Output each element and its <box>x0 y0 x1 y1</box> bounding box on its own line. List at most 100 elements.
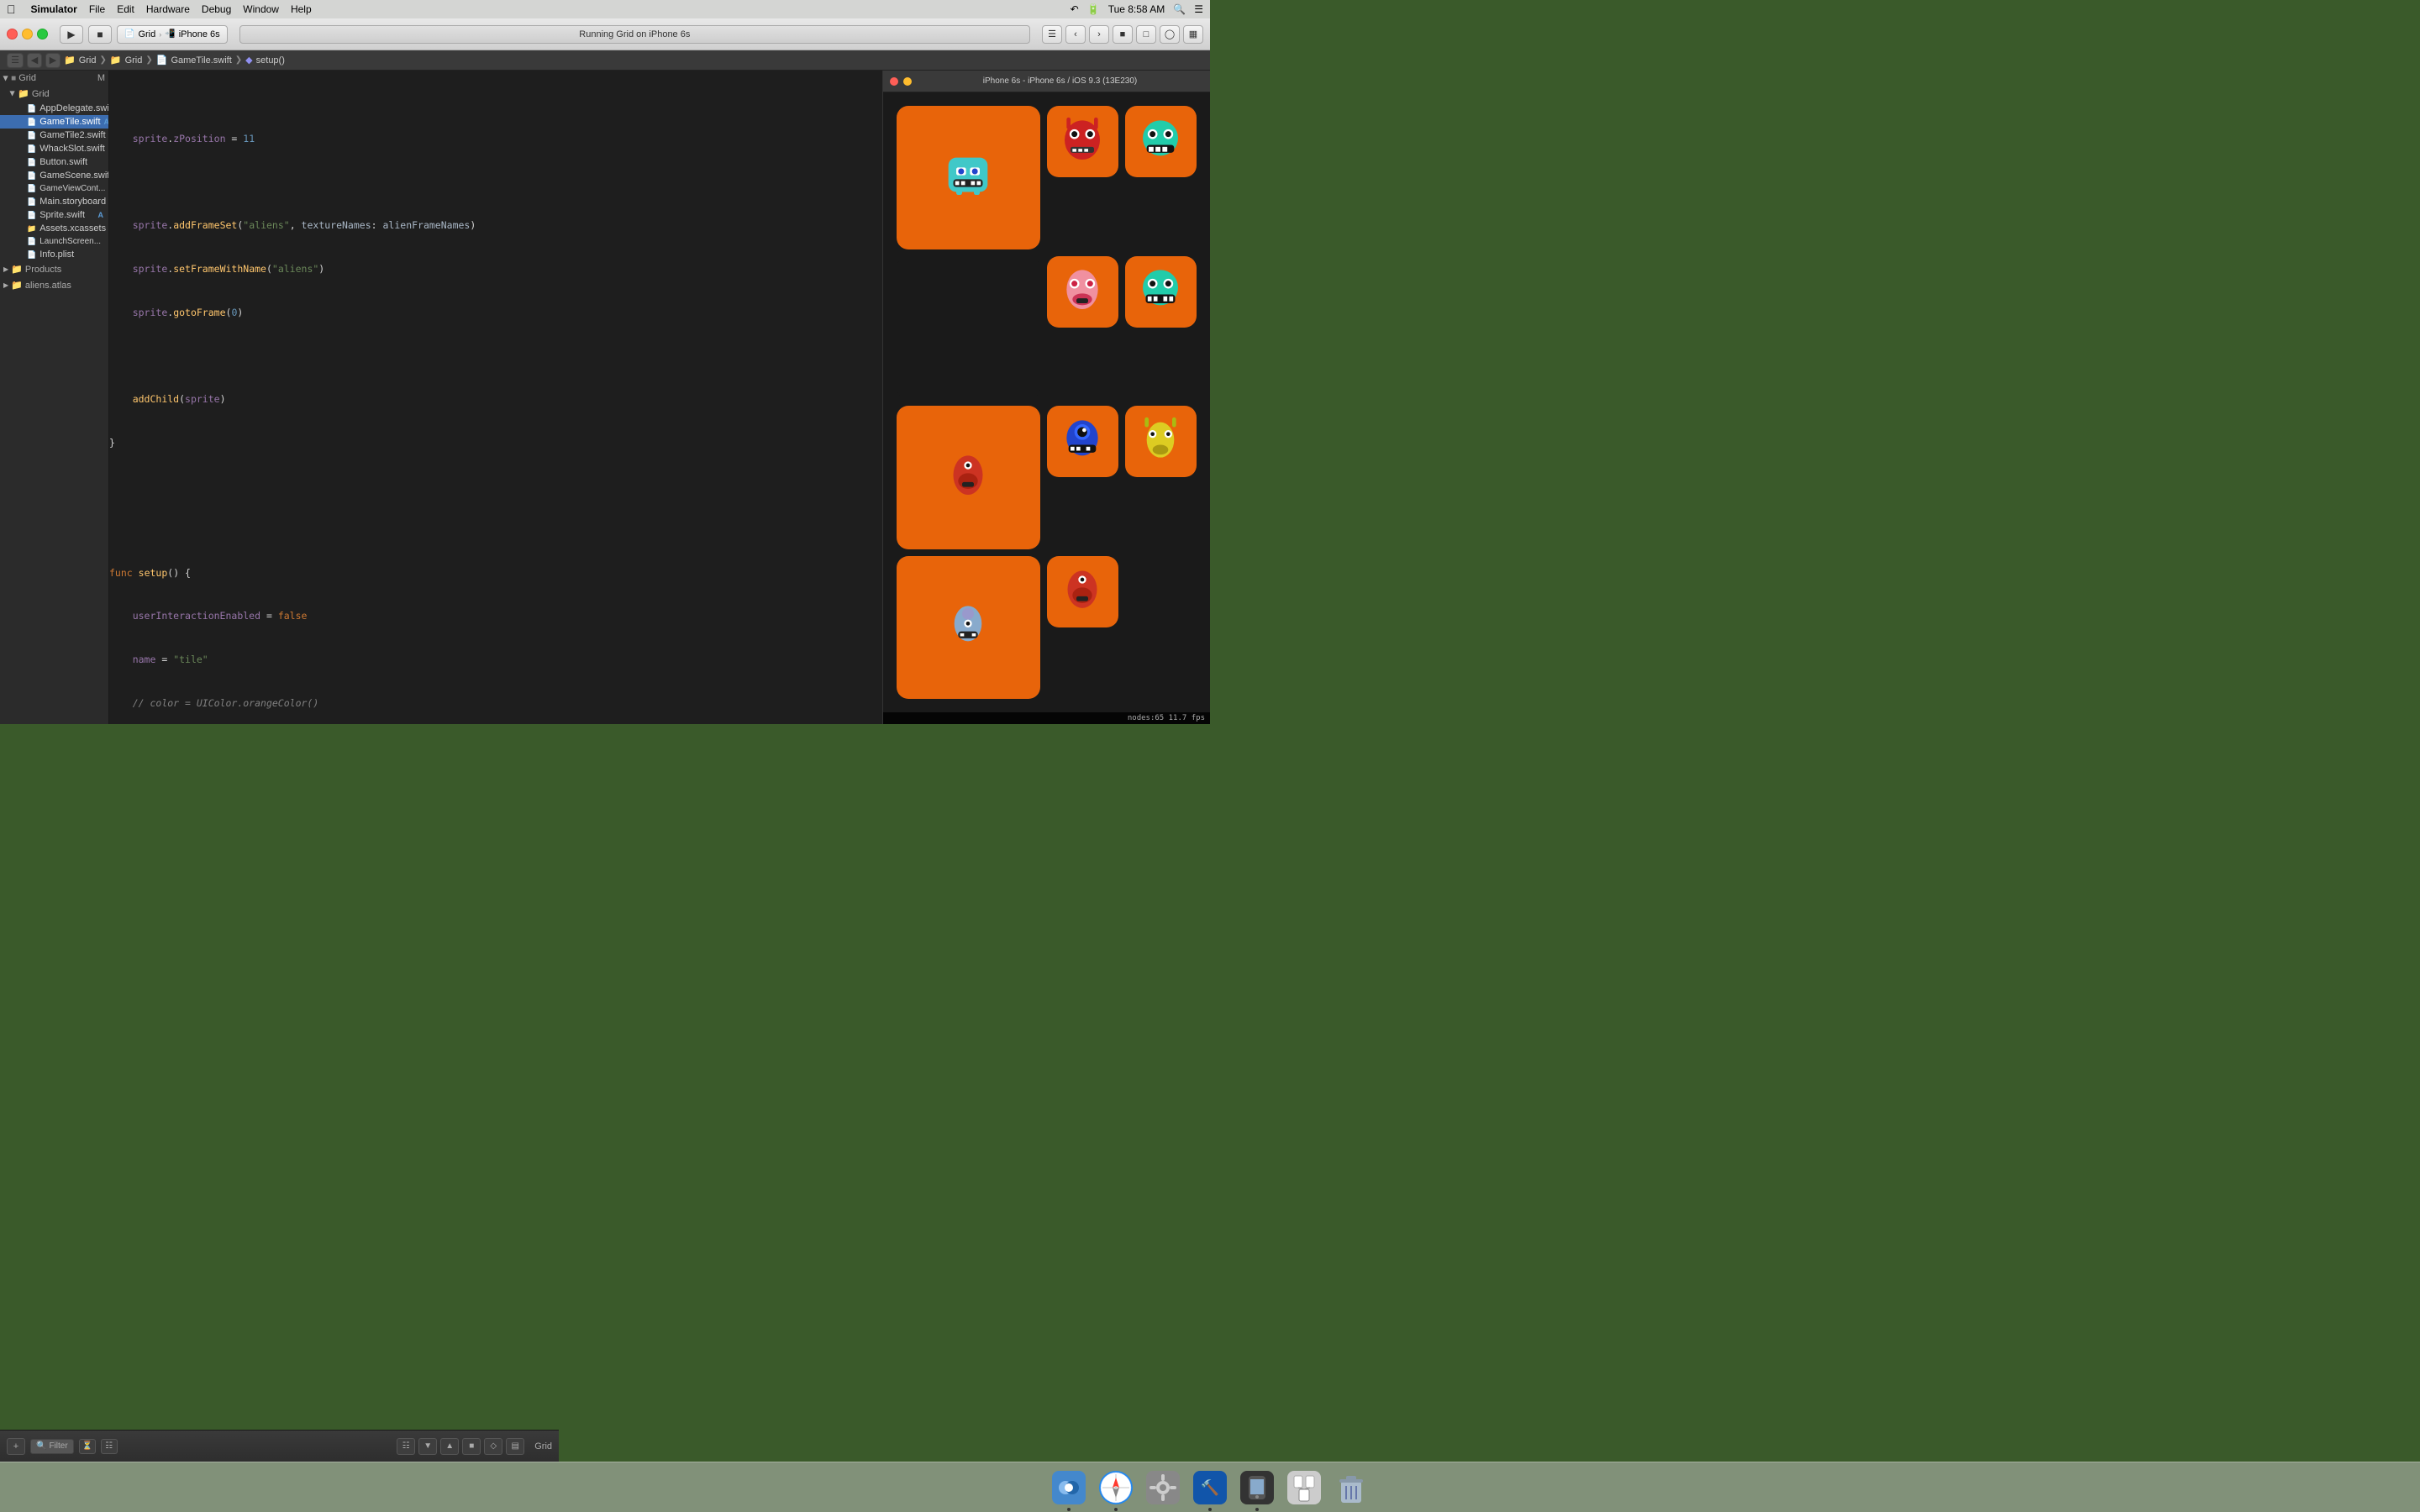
finder-icon <box>1052 1471 1086 1504</box>
alien-grid <box>883 92 1210 712</box>
dock-simulator[interactable] <box>1239 1469 1276 1506</box>
project-navigator: ▶ ■ Grid M ▶ 📁 Grid 📄 AppDelegate.swift … <box>0 71 109 724</box>
sidebar-item-button[interactable]: 📄 Button.swift <box>0 155 108 169</box>
menu-debug[interactable]: Debug <box>202 3 231 15</box>
apple-menu[interactable]:  <box>7 3 16 16</box>
code-line: func setup() { <box>109 566 882 580</box>
close-button[interactable] <box>7 29 18 39</box>
layout-button1[interactable]: ■ <box>1113 25 1133 44</box>
safari-dot <box>1114 1508 1118 1511</box>
menu-file[interactable]: File <box>89 3 105 15</box>
code-line: addChild(sprite) <box>109 392 882 407</box>
code-editor[interactable]: sprite.zPosition = 11 sprite.addFrameSet… <box>109 71 882 724</box>
menu-help[interactable]: Help <box>291 3 312 15</box>
navigator-button[interactable]: ☰ <box>1042 25 1062 44</box>
dock-sysprefs[interactable] <box>1144 1469 1181 1506</box>
content-area: ▶ ■ Grid M ▶ 📁 Grid 📄 AppDelegate.swift … <box>0 71 1210 724</box>
breadcrumb: ☰ ◀ ▶ 📁 Grid ❯ 📁 Grid ❯ 📄 GameTile.swift… <box>0 50 1210 71</box>
sim-close[interactable] <box>890 77 898 86</box>
filter-field[interactable]: 🔍 Filter <box>30 1439 74 1454</box>
maximize-button[interactable] <box>37 29 48 39</box>
run-button[interactable]: ▶ <box>60 25 83 44</box>
dock-filemerge[interactable] <box>1286 1469 1323 1506</box>
menu-window[interactable]: Window <box>243 3 279 15</box>
bc-grid2[interactable]: Grid <box>125 55 143 66</box>
utilities-button[interactable]: ▦ <box>1183 25 1203 44</box>
layout-button3[interactable]: ◯ <box>1160 25 1180 44</box>
breadcrumb-forward[interactable]: ▶ <box>45 53 60 68</box>
dock-trash[interactable] <box>1333 1469 1370 1506</box>
sidebar-item-infoplist[interactable]: 📄 Info.plist <box>0 248 108 261</box>
sidebar-item-gametile[interactable]: 📄 GameTile.swift A <box>0 115 108 129</box>
item-label6: GameScene.swift <box>39 171 108 181</box>
editor-btn4[interactable]: ■ <box>462 1438 481 1455</box>
alien-cell-1 <box>897 106 1040 249</box>
clock-filter[interactable]: ⏳ <box>79 1439 96 1454</box>
scheme-selector[interactable]: 📄 Grid › 📲 iPhone 6s <box>117 25 228 44</box>
alien-cell-2 <box>1047 106 1118 177</box>
triangle-icon: ▶ <box>3 76 10 81</box>
sidebar-item-launchscreen[interactable]: 📄 LaunchScreen... <box>0 235 108 248</box>
editor-btn2[interactable]: ▼ <box>418 1438 437 1455</box>
dock-safari[interactable] <box>1097 1469 1134 1506</box>
bc-grid[interactable]: Grid <box>79 55 97 66</box>
window-controls <box>7 29 48 39</box>
sidebar-item-gamescene[interactable]: 📄 GameScene.swift M <box>0 169 108 182</box>
editor-btn3[interactable]: ▲ <box>440 1438 459 1455</box>
menu-simulator[interactable]: Simulator <box>31 3 77 15</box>
menu-hardware[interactable]: Hardware <box>146 3 190 15</box>
sidebar-item-gametile2[interactable]: 📄 GameTile2.swift A <box>0 129 108 142</box>
simulator-dot <box>1255 1508 1259 1511</box>
minimize-button[interactable] <box>22 29 33 39</box>
code-line: } <box>109 436 882 450</box>
layout-button2[interactable]: □ <box>1136 25 1156 44</box>
sidebar-root-group[interactable]: ▶ ■ Grid M <box>0 71 108 86</box>
sidebar-item-gameviewcontroller[interactable]: 📄 GameViewCont... M <box>0 182 108 195</box>
swift-icon5: 📄 <box>27 158 36 167</box>
sidebar-item-sprite[interactable]: 📄 Sprite.swift A <box>0 208 108 222</box>
editor-btn1[interactable]: ☷ <box>397 1438 415 1455</box>
menu-edit[interactable]: Edit <box>117 3 134 15</box>
alien-cell-5 <box>1125 256 1197 328</box>
item-label10: Assets.xcassets <box>39 223 106 234</box>
sidebar-item-appdelegate[interactable]: 📄 AppDelegate.swift <box>0 102 108 115</box>
grid-filter[interactable]: ☷ <box>101 1439 118 1454</box>
breadcrumb-back[interactable]: ◀ <box>27 53 42 68</box>
code-line: // color = UIColor.orangeColor() <box>109 696 882 711</box>
sidebar-item-mainstoryboard[interactable]: 📄 Main.storyboard <box>0 195 108 208</box>
sim-stats: nodes:65 11.7 fps <box>883 712 1210 724</box>
dock-finder[interactable] <box>1050 1469 1087 1506</box>
sidebar-item-whackslot[interactable]: 📄 WhackSlot.swift A <box>0 142 108 155</box>
simulator-screen: nodes:65 11.7 fps <box>883 92 1210 724</box>
sidebar-group-aliens[interactable]: ▶ 📁 aliens.atlas <box>0 277 108 293</box>
editor-btn6[interactable]: ▤ <box>506 1438 524 1455</box>
xcode-dot <box>1208 1508 1212 1511</box>
finder-dot <box>1067 1508 1071 1511</box>
sim-minimize[interactable] <box>903 77 912 86</box>
alien-sprite-7 <box>1053 412 1112 471</box>
swift-icon4: 📄 <box>27 144 36 154</box>
back-button[interactable]: ‹ <box>1065 25 1086 44</box>
forward-button[interactable]: › <box>1089 25 1109 44</box>
swift-icon3: 📄 <box>27 131 36 140</box>
item-label5: Button.swift <box>39 157 87 167</box>
sysprefs-icon <box>1146 1471 1180 1504</box>
badge-a4: A <box>98 211 104 219</box>
code-line: sprite.addFrameSet("aliens", textureName… <box>109 218 882 233</box>
editor-btn5[interactable]: ◇ <box>484 1438 502 1455</box>
navigator-toggle[interactable]: ☰ <box>7 53 24 68</box>
assets-icon: 📁 <box>27 224 36 234</box>
bc-setup[interactable]: setup() <box>256 55 285 66</box>
stop-button[interactable]: ■ <box>88 25 112 44</box>
sidebar-item-assets[interactable]: 📁 Assets.xcassets <box>0 222 108 235</box>
add-button[interactable]: + <box>7 1438 25 1455</box>
dock-xcode[interactable]: 🔨 <box>1192 1469 1228 1506</box>
alien-sprite-6 <box>939 448 997 507</box>
folder-icon: 📁 <box>18 88 29 99</box>
sidebar-group-grid[interactable]: ▶ 📁 Grid <box>0 86 108 102</box>
sidebar-group-products[interactable]: ▶ 📁 Products <box>0 261 108 277</box>
search-icon[interactable]: 🔍 <box>1173 3 1186 15</box>
notification-icon[interactable]: ☰ <box>1194 3 1203 15</box>
bc-gametile[interactable]: GameTile.swift <box>171 55 231 66</box>
plist-icon: 📄 <box>27 250 36 260</box>
